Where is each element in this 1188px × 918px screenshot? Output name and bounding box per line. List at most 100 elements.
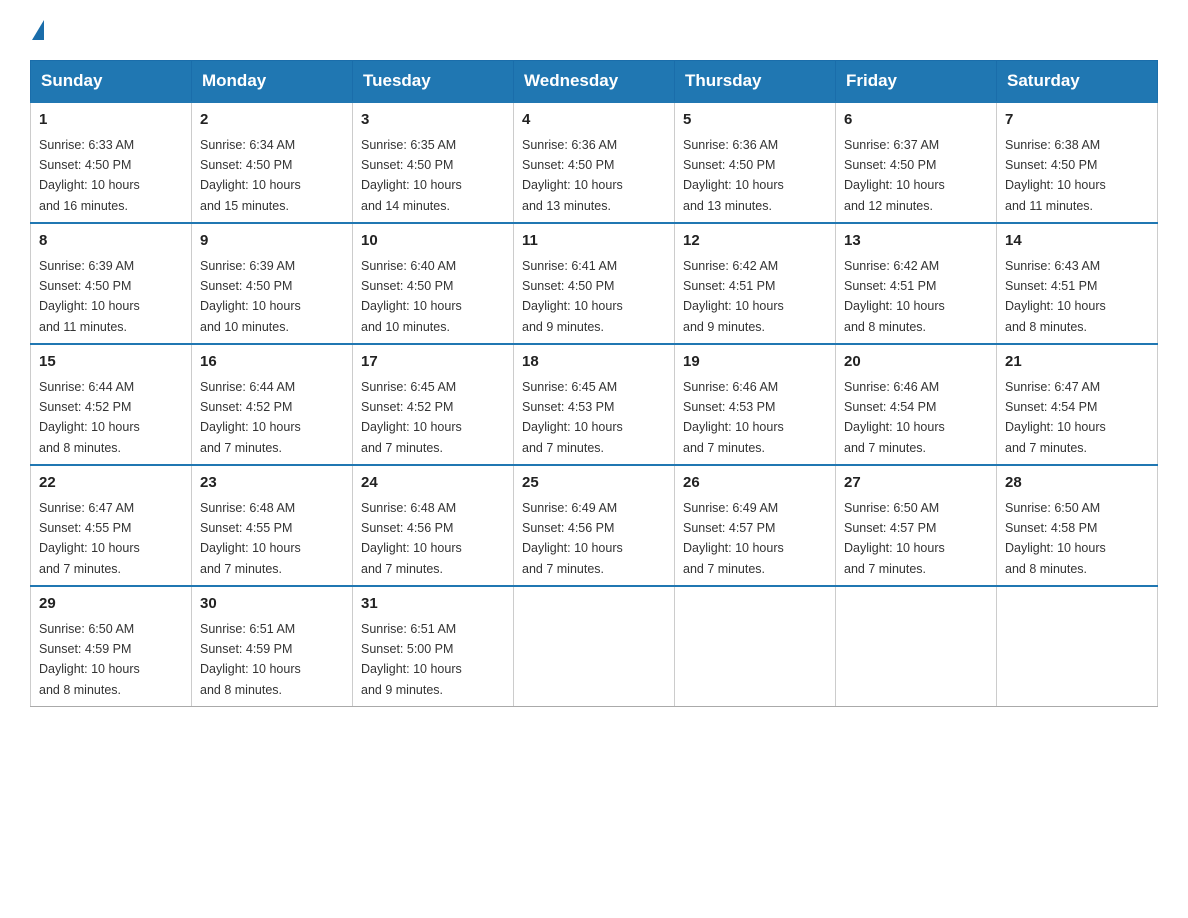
day-info: Sunrise: 6:49 AMSunset: 4:57 PMDaylight:… [683, 501, 784, 576]
calendar-header-friday: Friday [836, 61, 997, 103]
calendar-cell: 9 Sunrise: 6:39 AMSunset: 4:50 PMDayligh… [192, 223, 353, 344]
day-number: 3 [361, 109, 505, 132]
day-info: Sunrise: 6:49 AMSunset: 4:56 PMDaylight:… [522, 501, 623, 576]
calendar-cell: 29 Sunrise: 6:50 AMSunset: 4:59 PMDaylig… [31, 586, 192, 707]
day-number: 8 [39, 230, 183, 253]
calendar-cell: 4 Sunrise: 6:36 AMSunset: 4:50 PMDayligh… [514, 102, 675, 223]
day-info: Sunrise: 6:50 AMSunset: 4:58 PMDaylight:… [1005, 501, 1106, 576]
day-info: Sunrise: 6:45 AMSunset: 4:52 PMDaylight:… [361, 380, 462, 455]
calendar-cell: 21 Sunrise: 6:47 AMSunset: 4:54 PMDaylig… [997, 344, 1158, 465]
day-number: 23 [200, 472, 344, 495]
day-info: Sunrise: 6:51 AMSunset: 4:59 PMDaylight:… [200, 622, 301, 697]
day-number: 4 [522, 109, 666, 132]
day-number: 16 [200, 351, 344, 374]
day-info: Sunrise: 6:42 AMSunset: 4:51 PMDaylight:… [683, 259, 784, 334]
calendar-week-row: 8 Sunrise: 6:39 AMSunset: 4:50 PMDayligh… [31, 223, 1158, 344]
day-info: Sunrise: 6:41 AMSunset: 4:50 PMDaylight:… [522, 259, 623, 334]
day-number: 18 [522, 351, 666, 374]
day-info: Sunrise: 6:40 AMSunset: 4:50 PMDaylight:… [361, 259, 462, 334]
calendar-week-row: 22 Sunrise: 6:47 AMSunset: 4:55 PMDaylig… [31, 465, 1158, 586]
calendar-cell: 6 Sunrise: 6:37 AMSunset: 4:50 PMDayligh… [836, 102, 997, 223]
calendar-cell: 15 Sunrise: 6:44 AMSunset: 4:52 PMDaylig… [31, 344, 192, 465]
calendar-cell: 1 Sunrise: 6:33 AMSunset: 4:50 PMDayligh… [31, 102, 192, 223]
calendar-week-row: 15 Sunrise: 6:44 AMSunset: 4:52 PMDaylig… [31, 344, 1158, 465]
calendar-cell: 31 Sunrise: 6:51 AMSunset: 5:00 PMDaylig… [353, 586, 514, 707]
calendar-cell: 22 Sunrise: 6:47 AMSunset: 4:55 PMDaylig… [31, 465, 192, 586]
calendar-header-tuesday: Tuesday [353, 61, 514, 103]
day-info: Sunrise: 6:34 AMSunset: 4:50 PMDaylight:… [200, 138, 301, 213]
calendar-cell: 12 Sunrise: 6:42 AMSunset: 4:51 PMDaylig… [675, 223, 836, 344]
day-info: Sunrise: 6:50 AMSunset: 4:57 PMDaylight:… [844, 501, 945, 576]
day-info: Sunrise: 6:48 AMSunset: 4:55 PMDaylight:… [200, 501, 301, 576]
logo-arrow-icon [32, 20, 44, 40]
day-info: Sunrise: 6:39 AMSunset: 4:50 PMDaylight:… [39, 259, 140, 334]
day-info: Sunrise: 6:47 AMSunset: 4:55 PMDaylight:… [39, 501, 140, 576]
day-info: Sunrise: 6:39 AMSunset: 4:50 PMDaylight:… [200, 259, 301, 334]
calendar-header-row: SundayMondayTuesdayWednesdayThursdayFrid… [31, 61, 1158, 103]
calendar-cell: 8 Sunrise: 6:39 AMSunset: 4:50 PMDayligh… [31, 223, 192, 344]
calendar-cell: 13 Sunrise: 6:42 AMSunset: 4:51 PMDaylig… [836, 223, 997, 344]
calendar-cell: 7 Sunrise: 6:38 AMSunset: 4:50 PMDayligh… [997, 102, 1158, 223]
day-number: 24 [361, 472, 505, 495]
day-info: Sunrise: 6:46 AMSunset: 4:53 PMDaylight:… [683, 380, 784, 455]
day-number: 25 [522, 472, 666, 495]
day-info: Sunrise: 6:35 AMSunset: 4:50 PMDaylight:… [361, 138, 462, 213]
calendar-cell [675, 586, 836, 707]
day-number: 26 [683, 472, 827, 495]
day-number: 5 [683, 109, 827, 132]
day-info: Sunrise: 6:33 AMSunset: 4:50 PMDaylight:… [39, 138, 140, 213]
calendar-cell [997, 586, 1158, 707]
calendar-cell: 10 Sunrise: 6:40 AMSunset: 4:50 PMDaylig… [353, 223, 514, 344]
day-info: Sunrise: 6:48 AMSunset: 4:56 PMDaylight:… [361, 501, 462, 576]
day-info: Sunrise: 6:44 AMSunset: 4:52 PMDaylight:… [39, 380, 140, 455]
calendar-header-wednesday: Wednesday [514, 61, 675, 103]
day-number: 11 [522, 230, 666, 253]
calendar-week-row: 29 Sunrise: 6:50 AMSunset: 4:59 PMDaylig… [31, 586, 1158, 707]
day-number: 20 [844, 351, 988, 374]
calendar-cell: 17 Sunrise: 6:45 AMSunset: 4:52 PMDaylig… [353, 344, 514, 465]
calendar-cell: 23 Sunrise: 6:48 AMSunset: 4:55 PMDaylig… [192, 465, 353, 586]
day-info: Sunrise: 6:47 AMSunset: 4:54 PMDaylight:… [1005, 380, 1106, 455]
day-info: Sunrise: 6:37 AMSunset: 4:50 PMDaylight:… [844, 138, 945, 213]
day-number: 30 [200, 593, 344, 616]
calendar-cell: 25 Sunrise: 6:49 AMSunset: 4:56 PMDaylig… [514, 465, 675, 586]
day-number: 7 [1005, 109, 1149, 132]
day-number: 28 [1005, 472, 1149, 495]
logo [30, 20, 44, 42]
calendar-header-thursday: Thursday [675, 61, 836, 103]
calendar-table: SundayMondayTuesdayWednesdayThursdayFrid… [30, 60, 1158, 707]
calendar-cell: 5 Sunrise: 6:36 AMSunset: 4:50 PMDayligh… [675, 102, 836, 223]
day-info: Sunrise: 6:44 AMSunset: 4:52 PMDaylight:… [200, 380, 301, 455]
day-number: 12 [683, 230, 827, 253]
day-number: 17 [361, 351, 505, 374]
calendar-cell: 28 Sunrise: 6:50 AMSunset: 4:58 PMDaylig… [997, 465, 1158, 586]
day-number: 6 [844, 109, 988, 132]
calendar-cell: 14 Sunrise: 6:43 AMSunset: 4:51 PMDaylig… [997, 223, 1158, 344]
day-number: 31 [361, 593, 505, 616]
day-number: 9 [200, 230, 344, 253]
calendar-header-monday: Monday [192, 61, 353, 103]
calendar-cell [514, 586, 675, 707]
day-number: 29 [39, 593, 183, 616]
day-number: 19 [683, 351, 827, 374]
calendar-cell: 30 Sunrise: 6:51 AMSunset: 4:59 PMDaylig… [192, 586, 353, 707]
day-info: Sunrise: 6:46 AMSunset: 4:54 PMDaylight:… [844, 380, 945, 455]
day-number: 13 [844, 230, 988, 253]
day-info: Sunrise: 6:42 AMSunset: 4:51 PMDaylight:… [844, 259, 945, 334]
calendar-cell: 20 Sunrise: 6:46 AMSunset: 4:54 PMDaylig… [836, 344, 997, 465]
calendar-cell: 18 Sunrise: 6:45 AMSunset: 4:53 PMDaylig… [514, 344, 675, 465]
day-number: 1 [39, 109, 183, 132]
calendar-cell: 27 Sunrise: 6:50 AMSunset: 4:57 PMDaylig… [836, 465, 997, 586]
day-info: Sunrise: 6:51 AMSunset: 5:00 PMDaylight:… [361, 622, 462, 697]
calendar-cell: 16 Sunrise: 6:44 AMSunset: 4:52 PMDaylig… [192, 344, 353, 465]
day-number: 21 [1005, 351, 1149, 374]
day-number: 27 [844, 472, 988, 495]
calendar-header-sunday: Sunday [31, 61, 192, 103]
day-info: Sunrise: 6:36 AMSunset: 4:50 PMDaylight:… [683, 138, 784, 213]
day-number: 14 [1005, 230, 1149, 253]
day-info: Sunrise: 6:50 AMSunset: 4:59 PMDaylight:… [39, 622, 140, 697]
calendar-cell [836, 586, 997, 707]
calendar-cell: 2 Sunrise: 6:34 AMSunset: 4:50 PMDayligh… [192, 102, 353, 223]
day-info: Sunrise: 6:43 AMSunset: 4:51 PMDaylight:… [1005, 259, 1106, 334]
day-number: 22 [39, 472, 183, 495]
